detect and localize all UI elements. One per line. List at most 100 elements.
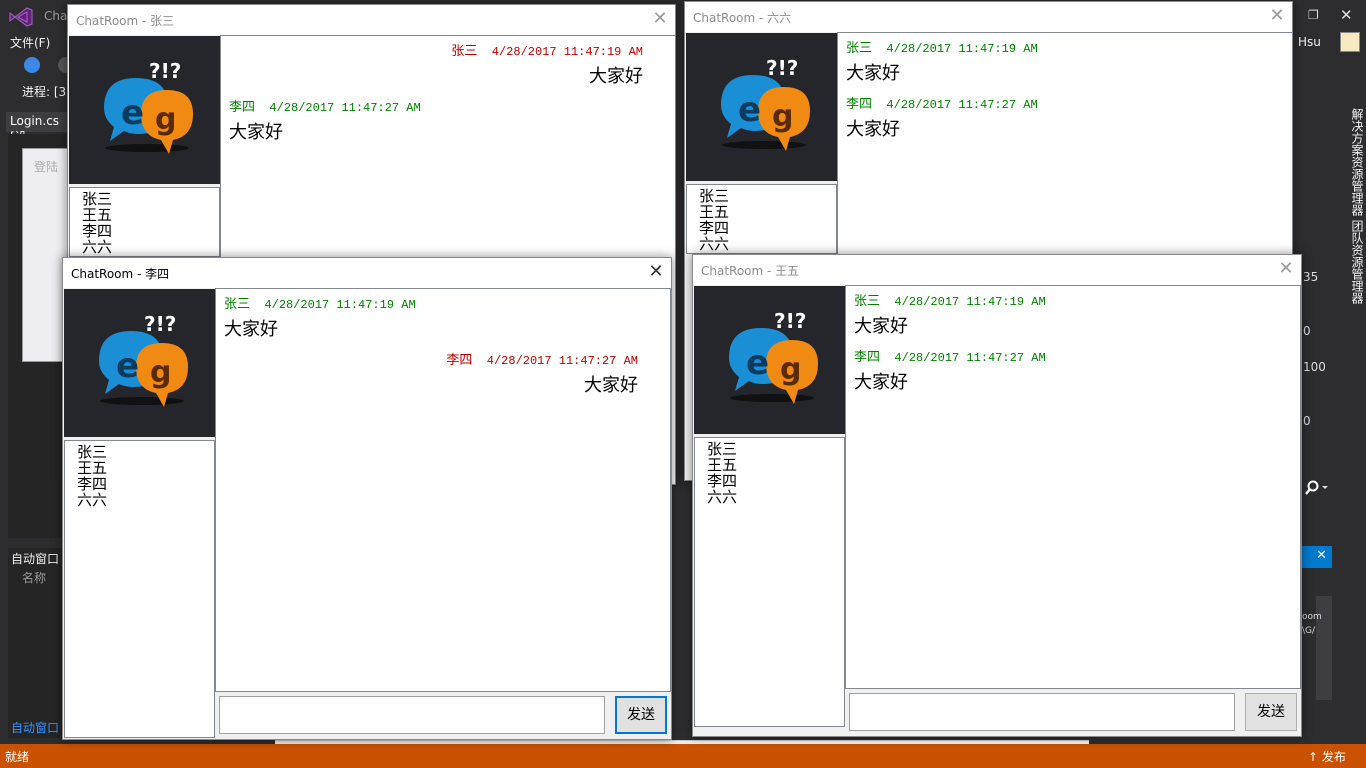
- message-sender: 张三: [224, 297, 251, 312]
- chat-history[interactable]: 张三 4/28/2017 11:47:19 AM 大家好 李四 4/28/2017 …: [845, 285, 1301, 689]
- message-sender: 李四: [229, 100, 256, 115]
- user-list[interactable]: 张三 王五 李四 六六: [69, 187, 220, 257]
- window-title: ChatRoom - 王五: [701, 264, 800, 278]
- user-name[interactable]: Hsu: [1298, 35, 1321, 49]
- window-title: ChatRoom - 张三: [76, 14, 175, 28]
- property-value: 0: [1303, 414, 1311, 428]
- user-list-item[interactable]: 张三: [707, 441, 844, 457]
- chat-message: 张三 4/28/2017 11:47:19 AM 大家好: [846, 37, 1038, 85]
- output-line: \G/: [1302, 626, 1316, 636]
- message-time: 4/28/2017 11:47:19 AM: [250, 298, 416, 312]
- chat-window[interactable]: ChatRoom - 李四 ✕ e g ?!? 张三 王五 李四 六六 张三 4/28/2…: [62, 257, 672, 740]
- user-list[interactable]: 张三 王五 李四 六六: [64, 440, 215, 738]
- chat-window[interactable]: ChatRoom - 王五 ✕ e g ?!? 张三 王五 李四 六六 张三 4/28/2…: [692, 254, 1302, 737]
- user-list-item[interactable]: 张三: [699, 188, 836, 204]
- progress-value[interactable]: [3: [54, 85, 66, 99]
- user-list-item[interactable]: 李四: [82, 223, 219, 239]
- chat-bubbles-e-g-logo: e g ?!?: [99, 312, 188, 407]
- avatar[interactable]: [1340, 32, 1360, 52]
- chat-bubbles-e-g-logo: e g ?!?: [729, 309, 818, 404]
- message-sender: 张三: [846, 41, 873, 56]
- close-icon[interactable]: ✕: [1275, 258, 1297, 280]
- message-header: 张三 4/28/2017 11:47:19 AM: [451, 40, 643, 59]
- solution-explorer-tab[interactable]: 解决方案资源管理器 团队资源管理器: [1340, 108, 1366, 318]
- property-value: 0: [1303, 324, 1311, 338]
- user-list-item[interactable]: 李四: [699, 220, 836, 236]
- chat-message: 张三 4/28/2017 11:47:19 AM 大家好: [224, 293, 416, 341]
- window-title: ChatRoom - 六六: [693, 11, 792, 25]
- tab-login-cs[interactable]: Login.cs [设: [6, 112, 70, 144]
- vs-close-icon[interactable]: ✕: [1340, 6, 1353, 24]
- publish-button[interactable]: ↑ 发布: [1308, 748, 1346, 765]
- svg-text:g: g: [150, 355, 171, 390]
- window-title-bar[interactable]: ChatRoom - 王五 ✕: [693, 255, 1301, 285]
- send-button[interactable]: 发送: [615, 696, 667, 734]
- property-value: 35: [1303, 270, 1319, 284]
- user-list-item[interactable]: 六六: [699, 236, 836, 252]
- message-text: 大家好: [584, 375, 638, 396]
- window-title-bar[interactable]: ChatRoom - 张三 ✕: [68, 5, 675, 35]
- user-list-item[interactable]: 李四: [707, 473, 844, 489]
- svg-text:g: g: [155, 102, 176, 137]
- svg-text:e: e: [116, 346, 139, 386]
- visual-studio-icon: [9, 7, 33, 27]
- message-time: 4/28/2017 11:47:19 AM: [477, 45, 643, 59]
- message-header: 张三 4/28/2017 11:47:19 AM: [224, 293, 416, 312]
- message-time: 4/28/2017 11:47:27 AM: [872, 98, 1038, 112]
- app-logo: e g ?!?: [694, 286, 845, 434]
- close-icon[interactable]: ✕: [1266, 5, 1288, 27]
- message-sender: 李四: [846, 97, 873, 112]
- message-time: 4/28/2017 11:47:27 AM: [255, 101, 421, 115]
- window-title: ChatRoom - 李四: [71, 267, 170, 281]
- svg-text:e: e: [738, 90, 761, 130]
- status-text: 就绪: [5, 750, 30, 764]
- user-list-item[interactable]: 王五: [82, 207, 219, 223]
- window-title-bar[interactable]: ChatRoom - 李四 ✕: [63, 258, 671, 288]
- chat-bubbles-e-g-logo: e g ?!?: [104, 59, 193, 154]
- message-header: 李四 4/28/2017 11:47:27 AM: [846, 93, 1038, 112]
- message-sender: 李四: [854, 350, 881, 365]
- message-input[interactable]: [849, 693, 1235, 731]
- tab-auto-window[interactable]: 自动窗口: [11, 719, 59, 736]
- user-list-item[interactable]: 张三: [77, 444, 214, 460]
- svg-text:?!?: ?!?: [774, 309, 806, 333]
- back-icon[interactable]: [24, 57, 40, 73]
- message-header: 李四 4/28/2017 11:47:27 AM: [446, 349, 638, 368]
- panel-close-icon[interactable]: ✕: [1316, 548, 1327, 563]
- close-icon[interactable]: ✕: [649, 8, 671, 30]
- menu-file[interactable]: 文件(F): [10, 34, 50, 51]
- restore-icon[interactable]: ❐: [1308, 8, 1319, 22]
- send-button[interactable]: 发送: [1245, 693, 1297, 731]
- search-icon[interactable]: [1302, 478, 1330, 498]
- user-list-item[interactable]: 张三: [82, 191, 219, 207]
- user-list-item[interactable]: 六六: [77, 492, 214, 508]
- login-form-caption: 登陆: [34, 160, 59, 174]
- message-text: 大家好: [224, 319, 278, 340]
- user-list-item[interactable]: 王五: [699, 204, 836, 220]
- message-sender: 李四: [446, 353, 473, 368]
- auto-window-title: 自动窗口: [11, 552, 60, 566]
- close-icon[interactable]: ✕: [645, 261, 667, 283]
- chat-history[interactable]: 张三 4/28/2017 11:47:19 AM 大家好 李四 4/28/2017 …: [215, 288, 671, 692]
- message-text: 大家好: [854, 372, 908, 393]
- svg-text:?!?: ?!?: [149, 59, 181, 83]
- user-list[interactable]: 张三 王五 李四 六六: [694, 437, 845, 727]
- svg-text:g: g: [780, 352, 801, 387]
- user-list-item[interactable]: 六六: [82, 239, 219, 255]
- user-list-item[interactable]: 王五: [707, 457, 844, 473]
- svg-text:?!?: ?!?: [766, 56, 798, 80]
- window-title-bar[interactable]: ChatRoom - 六六 ✕: [685, 2, 1292, 32]
- app-logo: e g ?!?: [69, 36, 220, 184]
- user-list[interactable]: 张三 王五 李四 六六: [686, 184, 837, 254]
- svg-text:e: e: [746, 343, 769, 383]
- chat-message: 李四 4/28/2017 11:47:27 AM 大家好: [446, 349, 638, 397]
- user-list-item[interactable]: 王五: [77, 460, 214, 476]
- app-logo: e g ?!?: [64, 289, 215, 437]
- message-header: 李四 4/28/2017 11:47:27 AM: [229, 96, 421, 115]
- svg-text:e: e: [121, 93, 144, 133]
- user-list-item[interactable]: 李四: [77, 476, 214, 492]
- message-input[interactable]: [219, 696, 605, 734]
- user-list-item[interactable]: 六六: [707, 489, 844, 505]
- chat-message: 李四 4/28/2017 11:47:27 AM 大家好: [854, 346, 1046, 394]
- output-line: oom: [1302, 612, 1322, 622]
